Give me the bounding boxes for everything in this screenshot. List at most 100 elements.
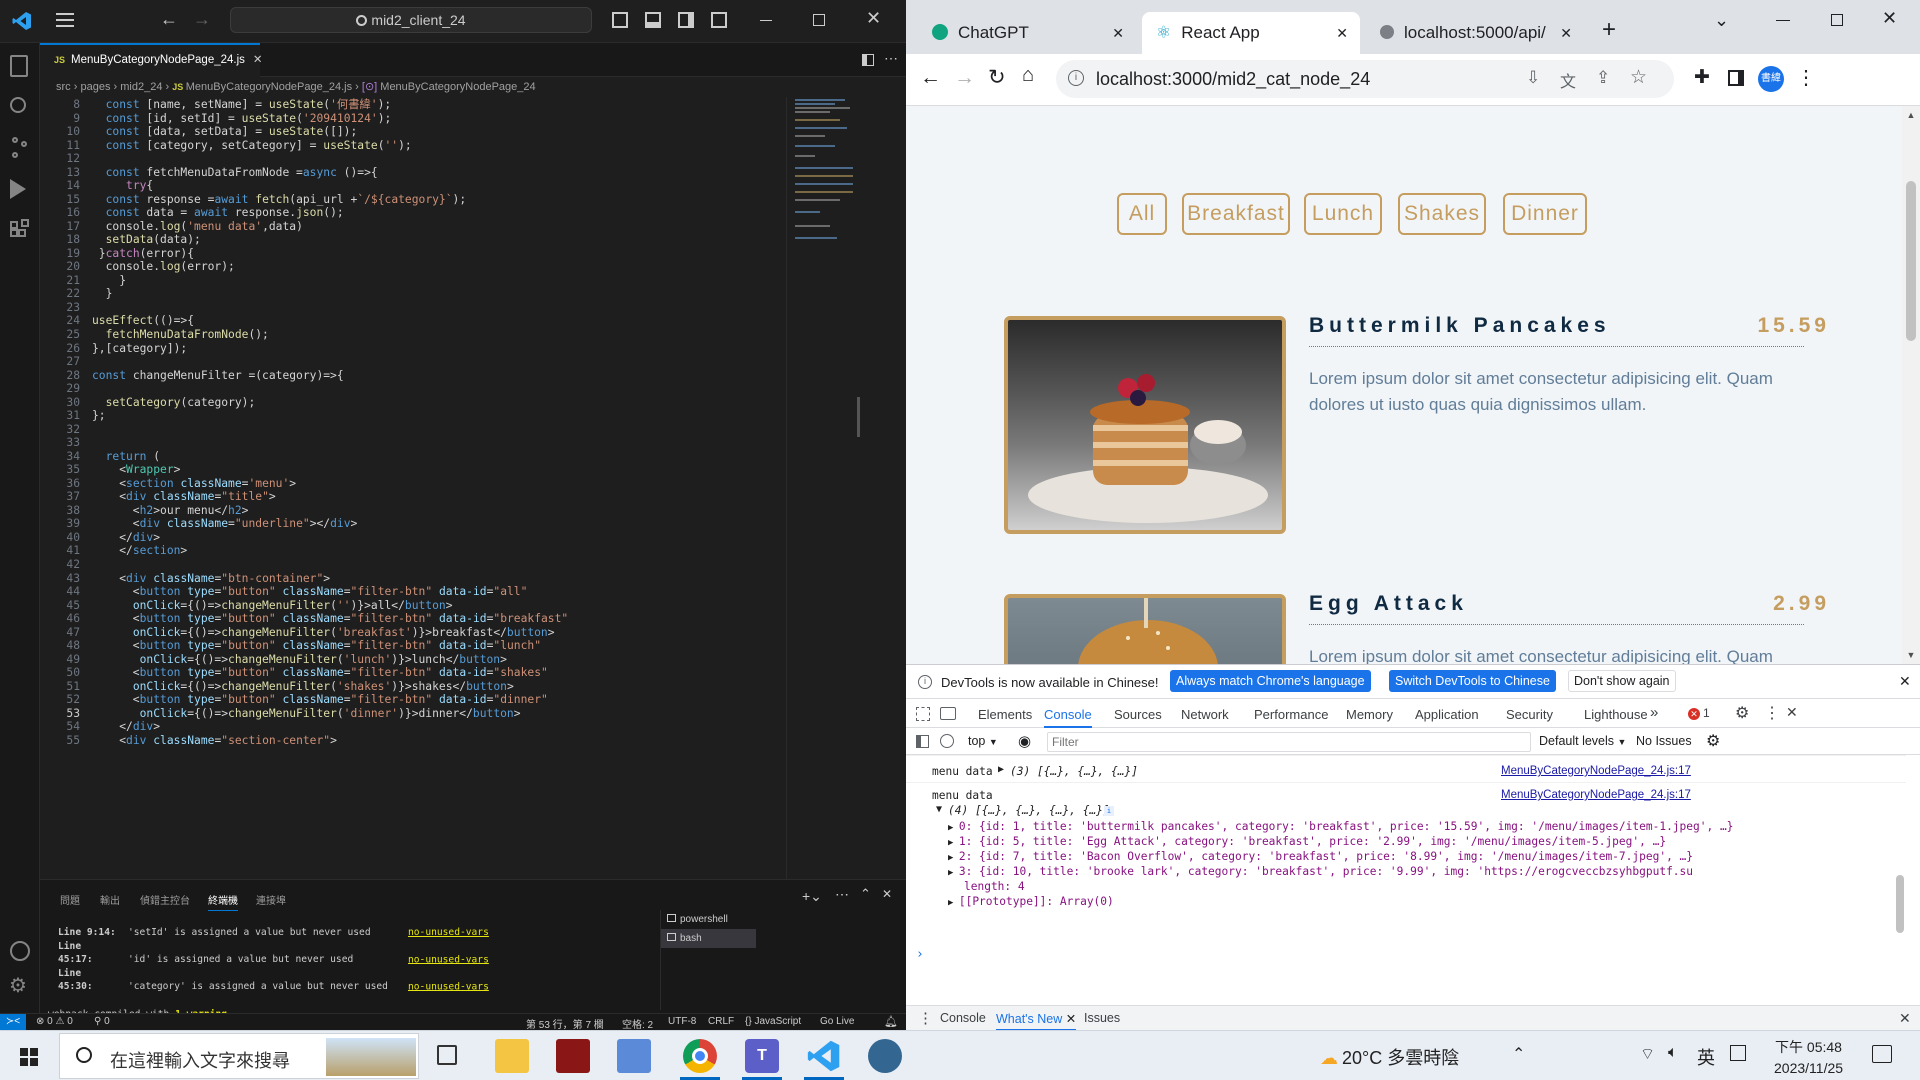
tab-application[interactable]: Application: [1415, 707, 1479, 722]
code-line[interactable]: };: [92, 408, 106, 425]
tab-menubycategory[interactable]: JS MenuByCategoryNodePage_24.js ✕: [40, 43, 263, 77]
tab-search-icon[interactable]: ⌄: [1714, 10, 1729, 31]
close-devtools-icon[interactable]: ✕: [1786, 704, 1798, 721]
array-prototype[interactable]: ▶ [[Prototype]]: Array(0): [948, 895, 1114, 908]
drawer-menu-icon[interactable]: ⋮: [918, 1009, 933, 1027]
close-tab-icon[interactable]: ✕: [1336, 12, 1348, 54]
forward-arrow-icon[interactable]: →: [193, 9, 211, 30]
account-icon[interactable]: [10, 941, 30, 961]
expand-arrow-icon[interactable]: ▶: [998, 764, 1004, 775]
drawer-tab-console[interactable]: Console: [940, 1011, 986, 1025]
settings-gear-icon[interactable]: ⚙: [9, 973, 27, 998]
bookmark-star-icon[interactable]: ☆: [1630, 66, 1647, 89]
postgres-icon[interactable]: [868, 1039, 902, 1073]
panel-tab-problems[interactable]: 問題: [60, 892, 80, 907]
bell-icon[interactable]: 🔔︎: [884, 1015, 898, 1028]
breadcrumb-item[interactable]: pages: [80, 81, 110, 93]
close-banner-icon[interactable]: ✕: [1899, 673, 1911, 690]
home-icon[interactable]: ⌂: [1022, 64, 1034, 87]
new-tab-icon[interactable]: +: [1602, 16, 1616, 44]
context-selector[interactable]: top ▼: [968, 734, 998, 748]
console-log-entry[interactable]: menu data MenuByCategoryNodePage_24.js:1…: [906, 785, 1906, 935]
tab-memory[interactable]: Memory: [1346, 707, 1393, 722]
toggle-sidebar-icon[interactable]: [612, 12, 628, 28]
console-log-entry[interactable]: menu data ▶ (3) [{…}, {…}, {…}] MenuByCa…: [906, 761, 1906, 783]
share-icon[interactable]: ⇪: [1596, 68, 1610, 88]
language-mode[interactable]: {} JavaScript: [745, 1016, 801, 1027]
array-row[interactable]: ▶ 3: {id: 10, title: 'brooke lark', cate…: [948, 865, 1693, 878]
tab-elements[interactable]: Elements: [978, 707, 1032, 722]
source-control-icon[interactable]: [10, 137, 28, 159]
breadcrumb-item[interactable]: mid2_24: [120, 81, 162, 93]
toggle-panel-icon[interactable]: [645, 12, 661, 28]
dont-show-again-button[interactable]: Don't show again: [1568, 670, 1676, 692]
inspect-element-icon[interactable]: [916, 707, 930, 721]
extensions-icon[interactable]: [10, 219, 30, 241]
ports-count[interactable]: ⚲ 0: [94, 1016, 110, 1027]
code-line[interactable]: </section>: [92, 543, 187, 560]
breadcrumb-item[interactable]: MenuByCategoryNodePage_24: [380, 81, 535, 93]
panel-tab-output[interactable]: 輸出: [100, 892, 120, 907]
filter-lunch-button[interactable]: Lunch: [1304, 193, 1382, 235]
indentation[interactable]: 空格: 2: [622, 1016, 653, 1030]
sidebar-toggle-icon[interactable]: [916, 735, 929, 748]
array-row[interactable]: ▶ 1: {id: 5, title: 'Egg Attack', catego…: [948, 835, 1666, 848]
console-prompt-icon[interactable]: ›: [916, 947, 924, 962]
breadcrumb-item[interactable]: src: [56, 81, 71, 93]
ime-mode-icon[interactable]: [1730, 1045, 1746, 1061]
menu-icon[interactable]: [56, 13, 74, 27]
back-arrow-icon[interactable]: ←: [160, 9, 178, 30]
new-terminal-icon[interactable]: +⌄: [802, 888, 822, 905]
pinned-app-icon[interactable]: [556, 1039, 590, 1073]
devtools-menu-icon[interactable]: ⋮: [1764, 703, 1780, 723]
translate-icon[interactable]: 文: [1560, 68, 1576, 92]
network-icon[interactable]: ⌔: [1640, 1044, 1655, 1064]
start-windows-icon[interactable]: [20, 1048, 38, 1066]
split-editor-icon[interactable]: [862, 54, 874, 66]
clock[interactable]: 下午 05:48 2023/11/25: [1774, 1037, 1843, 1076]
info-icon[interactable]: i: [1068, 70, 1084, 86]
panel-tab-ports[interactable]: 連接埠: [256, 892, 286, 907]
drawer-tab-whats-new[interactable]: What's New ✕: [996, 1011, 1077, 1030]
more-actions-icon[interactable]: ⋯: [835, 886, 849, 903]
source-link[interactable]: MenuByCategoryNodePage_24.js:17: [1501, 765, 1691, 777]
file-explorer-icon[interactable]: [495, 1039, 529, 1073]
maximize-icon[interactable]: [1831, 14, 1843, 26]
profile-avatar[interactable]: 書緯: [1758, 66, 1784, 92]
ime-indicator[interactable]: 英: [1697, 1044, 1715, 1070]
terminal-item-bash[interactable]: bash: [661, 929, 756, 948]
drawer-tab-issues[interactable]: Issues: [1084, 1011, 1120, 1025]
array-row[interactable]: ▶ 0: {id: 1, title: 'buttermilk pancakes…: [948, 820, 1733, 833]
extensions-icon[interactable]: ✚: [1694, 66, 1710, 89]
close-icon[interactable]: ✕: [866, 8, 881, 29]
error-counter[interactable]: ✕ 1: [1688, 706, 1710, 720]
tab-security[interactable]: Security: [1506, 707, 1553, 722]
close-tab-icon[interactable]: ✕: [1066, 1012, 1076, 1026]
chrome-taskbar-icon[interactable]: [683, 1039, 717, 1073]
maximize-icon[interactable]: [813, 14, 825, 26]
filter-dinner-button[interactable]: Dinner: [1503, 193, 1587, 235]
explorer-icon[interactable]: [10, 55, 28, 77]
encoding[interactable]: UTF-8: [668, 1016, 696, 1027]
filter-shakes-button[interactable]: Shakes: [1398, 193, 1486, 235]
line-ending[interactable]: CRLF: [708, 1016, 734, 1027]
chrome-menu-icon[interactable]: ⋮: [1796, 65, 1816, 90]
devtools-settings-icon[interactable]: ⚙: [1735, 703, 1749, 723]
close-drawer-icon[interactable]: ✕: [1899, 1010, 1911, 1027]
terminal-item-powershell[interactable]: powershell: [661, 910, 756, 929]
pinned-desktop-icon[interactable]: [617, 1039, 651, 1073]
close-tab-icon[interactable]: ✕: [1560, 12, 1572, 54]
code-line[interactable]: const changeMenuFilter =(category)=>{: [92, 368, 344, 385]
install-app-icon[interactable]: ⇩: [1526, 68, 1540, 88]
panel-tab-debug-console[interactable]: 偵錯主控台: [140, 892, 190, 907]
filter-breakfast-button[interactable]: Breakfast: [1182, 193, 1290, 235]
weather-widget[interactable]: ☁ 20°C 多雲時陰: [1320, 1044, 1459, 1070]
minimap[interactable]: [786, 97, 862, 879]
vscode-taskbar-icon[interactable]: [807, 1039, 841, 1073]
remote-indicator[interactable]: ≻<: [0, 1014, 26, 1030]
array-row[interactable]: ▶ 2: {id: 7, title: 'Bacon Overflow', ca…: [948, 850, 1693, 863]
notification-icon[interactable]: [1872, 1045, 1892, 1063]
tab-console[interactable]: Console: [1044, 707, 1092, 728]
collapse-arrow-icon[interactable]: ▼: [936, 804, 942, 815]
problems-count[interactable]: ⊗ 0 ⚠ 0: [36, 1016, 73, 1027]
